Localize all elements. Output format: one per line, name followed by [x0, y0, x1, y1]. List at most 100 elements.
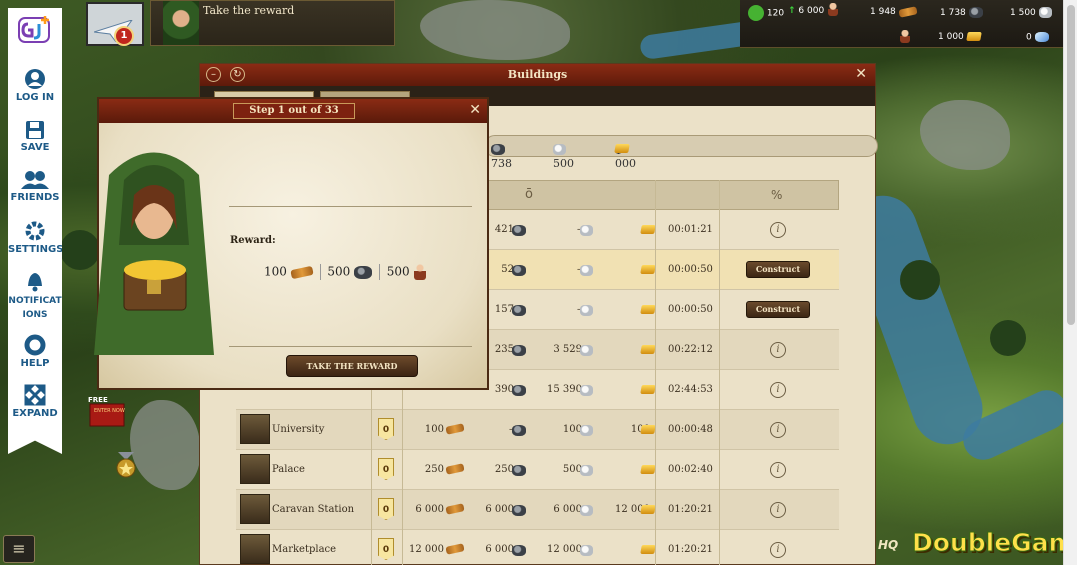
- divider: [319, 264, 321, 280]
- buildings-window-title: Buildings: [507, 68, 568, 81]
- divider: [378, 264, 380, 280]
- level-badge: 0: [378, 538, 394, 560]
- iron-icon: [354, 265, 373, 279]
- reward-wood-amount: 100: [264, 264, 287, 279]
- sidebar-item-label: NOTIFICATIONS: [8, 296, 62, 320]
- stone-icon: [580, 305, 593, 316]
- table-row: Caravan Station 0 6 000 6 000 6 000 12 000 01:…: [236, 490, 839, 530]
- reward-population-amount: 500: [386, 264, 410, 279]
- table-row: University0100–10010000:00:48i: [236, 410, 839, 450]
- resource-bar: 120 ↑ 6 000 1 948 1 738 1 500 1 000 0: [740, 0, 1077, 48]
- divider: [229, 206, 472, 207]
- close-icon[interactable]: ✕: [469, 102, 481, 118]
- gold-icon: [640, 425, 656, 434]
- info-icon[interactable]: i: [770, 542, 786, 558]
- scrollbar-thumb[interactable]: [1067, 5, 1075, 325]
- building-thumbnail: [240, 454, 270, 484]
- stone-cost: 3 529: [553, 344, 582, 355]
- sidebar-item-label: FRIENDS: [10, 192, 60, 203]
- stone-icon: [580, 545, 593, 556]
- gold-icon: [640, 385, 656, 394]
- info-icon[interactable]: i: [770, 382, 786, 398]
- enter-now-label: ENTER NOW: [94, 408, 125, 414]
- level-badge: 0: [378, 418, 394, 440]
- medal-icon[interactable]: [114, 450, 138, 480]
- sidebar-item-help[interactable]: HELP: [8, 334, 62, 370]
- wood-icon: [290, 265, 314, 279]
- iron-icon: [512, 545, 526, 556]
- page-scrollbar[interactable]: [1063, 0, 1077, 565]
- gold-icon: [640, 465, 656, 474]
- info-icon[interactable]: i: [770, 502, 786, 518]
- column-divider: [655, 180, 656, 565]
- hq-button[interactable]: HQ: [878, 538, 898, 552]
- sidebar-item-friends[interactable]: FRIENDS: [8, 170, 62, 204]
- task-panel[interactable]: Take the reward: [150, 0, 395, 46]
- smiley-icon: [748, 5, 764, 21]
- info-icon[interactable]: i: [770, 222, 786, 238]
- gold-stat: 1 000: [938, 32, 982, 42]
- stone-icon: [580, 465, 593, 476]
- lifebuoy-icon: [8, 334, 62, 356]
- wood-icon: [445, 543, 465, 555]
- arrow-up-icon: ↑: [788, 6, 796, 16]
- sidebar-item-settings[interactable]: SETTINGS: [8, 220, 62, 256]
- wood-stat: 1 948: [870, 5, 918, 18]
- iron-icon: [512, 505, 526, 516]
- resource-summary: 1 738 1 500 1 000: [484, 135, 878, 170]
- buildings-window-titlebar: – ↻ Buildings ✕: [200, 64, 875, 86]
- advisor-heroine: [94, 152, 214, 355]
- building-thumbnail: [240, 494, 270, 524]
- gold-icon: [640, 545, 656, 554]
- sidebar-item-label: EXPAND: [12, 408, 58, 419]
- gold-icon: [640, 265, 656, 274]
- building-thumbnail: [240, 414, 270, 444]
- gold-person-icon-slot: [900, 30, 910, 43]
- worker-icon: [900, 30, 910, 43]
- free-label: FREE: [88, 396, 108, 404]
- construct-button[interactable]: Construct: [746, 261, 810, 278]
- iron-icon: [512, 305, 526, 316]
- build-time: 01:20:21: [668, 544, 713, 555]
- take-reward-button[interactable]: TAKE THE REWARD: [286, 355, 418, 377]
- gold-icon: [640, 305, 656, 314]
- mountain: [130, 400, 200, 490]
- wood-cost: 100: [424, 424, 444, 435]
- sidebar-item-log-in[interactable]: LOG IN: [8, 68, 62, 104]
- table-row: Palace0250250500–00:02:40i: [236, 450, 839, 490]
- stone-icon: [580, 385, 593, 396]
- sidebar-item-save[interactable]: SAVE: [8, 120, 62, 154]
- mail-count-badge: 1: [114, 26, 134, 46]
- tree: [900, 260, 940, 300]
- gold-icon: [965, 32, 982, 41]
- main-menu-button[interactable]: ≡: [3, 535, 35, 563]
- info-icon[interactable]: i: [770, 342, 786, 358]
- refresh-icon[interactable]: ↻: [230, 67, 245, 82]
- iron-stat: 1 738: [940, 7, 983, 18]
- tree: [990, 320, 1026, 356]
- sidebar-item-notifications[interactable]: NOTIFICATIONS: [8, 270, 62, 322]
- gamejolt-logo: [18, 16, 50, 43]
- percent-column-icon: %: [771, 188, 783, 202]
- expand-arrows-icon: [8, 384, 62, 406]
- quest-titlebar: Step 1 out of 33 ✕: [99, 99, 487, 123]
- close-icon[interactable]: ✕: [855, 66, 867, 82]
- construct-button[interactable]: Construct: [746, 301, 810, 318]
- doublegames-watermark: DoubleGames: [911, 528, 1077, 558]
- user-icon: [8, 68, 62, 90]
- info-icon[interactable]: i: [770, 422, 786, 438]
- minimize-icon[interactable]: –: [206, 67, 221, 82]
- build-time: 00:01:21: [668, 224, 713, 235]
- free-offer-badge[interactable]: FREE ENTER NOW: [86, 394, 126, 430]
- building-name: Palace: [272, 464, 305, 475]
- iron-icon: [968, 7, 983, 18]
- iron-icon: [512, 345, 526, 356]
- build-time: 00:00:48: [668, 424, 713, 435]
- iron-icon: [512, 265, 526, 276]
- level-badge: 0: [378, 498, 394, 520]
- iron-cost: 6 000: [485, 504, 514, 515]
- stone-icon: [580, 265, 593, 276]
- info-icon[interactable]: i: [770, 462, 786, 478]
- sidebar-item-expand[interactable]: EXPAND: [8, 384, 62, 420]
- build-time: 00:00:50: [668, 304, 713, 315]
